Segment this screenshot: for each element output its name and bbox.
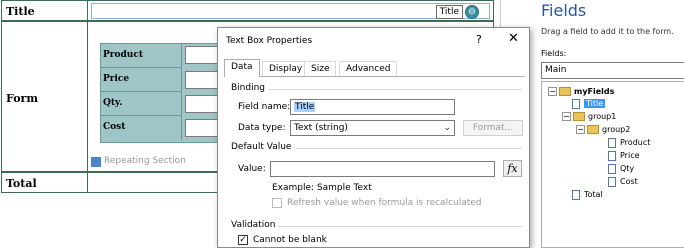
data-type-label: Data type: bbox=[238, 123, 286, 133]
tree-node-qty[interactable]: Qty bbox=[608, 163, 634, 175]
default-value-divider bbox=[296, 148, 522, 149]
binding-heading: Binding bbox=[231, 83, 266, 93]
collapse-icon[interactable]: − bbox=[548, 87, 557, 96]
fields-label: Fields: bbox=[541, 49, 567, 58]
text-box-properties-dialog: Text Box Properties ? ✕ Data Display Siz… bbox=[217, 27, 530, 248]
field-name-input[interactable]: Title bbox=[290, 99, 455, 115]
data-type-value: Text (string) bbox=[294, 123, 348, 133]
tree-node-group1[interactable]: − group1 bbox=[562, 111, 616, 123]
repeating-section-icon bbox=[91, 157, 101, 167]
field-icon bbox=[572, 98, 580, 109]
close-icon[interactable]: ✕ bbox=[508, 31, 519, 46]
refresh-value-checkbox[interactable] bbox=[272, 198, 282, 208]
rs-row-price: Price bbox=[101, 68, 182, 92]
field-icon bbox=[608, 163, 616, 174]
cost-label: Cost bbox=[103, 122, 126, 132]
field-icon bbox=[572, 189, 580, 200]
tree-node-label: Product bbox=[620, 138, 651, 147]
formula-fx-button[interactable]: fx bbox=[503, 160, 522, 177]
cannot-be-blank-label: Cannot be blank bbox=[253, 235, 327, 245]
tree-node-total[interactable]: Total bbox=[572, 189, 603, 201]
rs-row-qty: Qty. bbox=[101, 92, 182, 116]
tree-node-cost[interactable]: Cost bbox=[608, 176, 638, 188]
form-row-label: Form bbox=[6, 92, 38, 105]
qty-text-box[interactable] bbox=[185, 95, 219, 113]
chevron-down-icon: ⌄ bbox=[443, 123, 451, 133]
tree-node-label: group1 bbox=[588, 112, 617, 121]
rs-row-product: Product bbox=[101, 44, 182, 68]
product-text-box[interactable] bbox=[185, 46, 219, 64]
collapse-icon[interactable]: − bbox=[576, 125, 585, 134]
price-text-box[interactable] bbox=[185, 71, 219, 89]
title-row-label-cell[interactable]: Title bbox=[1, 0, 88, 21]
example-text: Example: Sample Text bbox=[272, 183, 372, 193]
default-value-heading: Default Value bbox=[231, 142, 292, 152]
product-label: Product bbox=[103, 50, 143, 60]
form-row-label-cell[interactable]: Form bbox=[1, 21, 88, 172]
validation-heading: Validation bbox=[231, 220, 276, 230]
folder-icon bbox=[587, 125, 599, 134]
fields-pane-hint: Drag a field to add it to the form. bbox=[541, 27, 674, 36]
tab-size[interactable]: Size bbox=[304, 61, 337, 77]
format-button[interactable]: Format... bbox=[463, 120, 523, 136]
cannot-be-blank-checkbox[interactable]: ✓ bbox=[238, 235, 248, 245]
refresh-value-label: Refresh value when formula is recalculat… bbox=[287, 198, 482, 208]
dialog-title: Text Box Properties bbox=[226, 36, 313, 46]
tree-node-label: Title bbox=[584, 99, 606, 108]
field-name-label: Field name: bbox=[238, 102, 291, 112]
field-tree[interactable]: − myFields Title − group1 − group2 Product … bbox=[541, 81, 684, 248]
repeating-section[interactable]: Product Price Qty. Cost bbox=[100, 43, 220, 143]
field-icon bbox=[608, 176, 616, 187]
tree-node-label: group2 bbox=[602, 125, 631, 134]
tree-node-product[interactable]: Product bbox=[608, 137, 650, 149]
data-source-select[interactable]: Main bbox=[541, 62, 684, 79]
tree-node-myfields[interactable]: − myFields bbox=[548, 86, 614, 98]
title-text-box[interactable]: Title ⊖ bbox=[91, 3, 490, 19]
tree-node-price[interactable]: Price bbox=[608, 150, 640, 162]
collapse-icon[interactable]: − bbox=[562, 112, 571, 121]
fields-pane-title: Fields bbox=[541, 1, 587, 20]
field-icon bbox=[608, 150, 616, 161]
folder-icon bbox=[573, 112, 585, 121]
title-row-control-cell[interactable]: Title ⊖ bbox=[87, 0, 494, 21]
total-row-label-cell[interactable]: Total bbox=[1, 172, 88, 193]
help-icon[interactable]: ? bbox=[476, 33, 482, 46]
validation-divider bbox=[278, 226, 522, 227]
qty-label: Qty. bbox=[103, 98, 123, 108]
data-tab-panel: Binding Field name: Title Data type: Tex… bbox=[224, 76, 525, 248]
tree-node-label: myFields bbox=[574, 87, 615, 96]
default-value-input[interactable] bbox=[270, 161, 495, 177]
folder-icon bbox=[559, 87, 571, 96]
binding-divider bbox=[268, 89, 522, 90]
title-control-tag: Title bbox=[435, 5, 463, 19]
cost-text-box[interactable] bbox=[185, 119, 219, 137]
title-row-label: Title bbox=[6, 5, 35, 18]
repeating-section-tag-label: Repeating Section bbox=[104, 156, 186, 166]
field-name-value: Title bbox=[294, 102, 316, 112]
rs-row-cost: Cost bbox=[101, 116, 182, 140]
tree-node-label: Cost bbox=[620, 177, 638, 186]
price-label: Price bbox=[103, 74, 130, 84]
tree-node-label: Qty bbox=[620, 164, 635, 173]
repeating-section-tag[interactable]: Repeating Section bbox=[91, 155, 186, 168]
total-row-label: Total bbox=[6, 177, 37, 190]
data-type-select[interactable]: Text (string) ⌄ bbox=[290, 120, 455, 136]
field-icon bbox=[608, 137, 616, 148]
binding-status-icon[interactable]: ⊖ bbox=[465, 5, 479, 19]
tree-node-label: Price bbox=[620, 151, 640, 160]
tree-node-label: Total bbox=[584, 190, 603, 199]
tab-advanced[interactable]: Advanced bbox=[339, 61, 398, 77]
tree-node-title[interactable]: Title bbox=[572, 98, 606, 110]
value-label: Value: bbox=[238, 164, 266, 174]
tab-display[interactable]: Display bbox=[262, 61, 310, 77]
tab-data[interactable]: Data bbox=[224, 59, 260, 77]
tree-node-group2[interactable]: − group2 bbox=[576, 124, 630, 136]
